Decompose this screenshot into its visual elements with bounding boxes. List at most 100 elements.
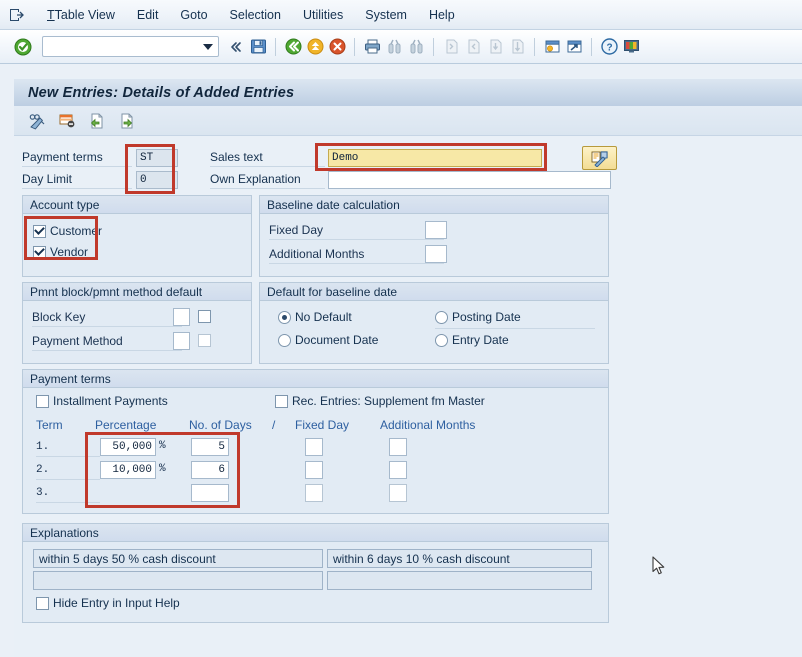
payment-method-input[interactable]	[173, 332, 190, 350]
posting-date-radio[interactable]	[435, 310, 448, 324]
explanation-left-line2	[33, 571, 323, 590]
no-default-radio[interactable]	[278, 310, 291, 324]
vendor-checkbox[interactable]	[33, 245, 46, 259]
menu-item-system[interactable]: System	[354, 6, 418, 24]
row-2-additional-months-input[interactable]	[389, 461, 407, 479]
create-session-icon[interactable]	[541, 36, 563, 58]
previous-entry-icon[interactable]	[86, 110, 108, 132]
green-check-enter-icon[interactable]	[12, 36, 34, 58]
payment-terms-row: Payment terms ST Sales text Demo	[22, 148, 617, 167]
radio-posting-date-row[interactable]: Posting Date	[435, 310, 521, 324]
no-default-label: No Default	[295, 310, 352, 324]
customer-checkbox[interactable]	[33, 224, 46, 238]
menu-item-selection[interactable]: Selection	[219, 6, 292, 24]
payment-terms-input[interactable]: ST	[136, 148, 178, 167]
row-3-days-input[interactable]	[191, 484, 229, 502]
row-1-percent-sign: %	[159, 440, 166, 452]
form-canvas: Payment terms ST Sales text Demo Day Lim…	[14, 136, 802, 657]
document-date-radio[interactable]	[278, 333, 291, 347]
chevron-down-icon[interactable]	[203, 43, 213, 50]
command-field[interactable]	[42, 36, 219, 57]
menu-item-label: Utilities	[302, 7, 344, 22]
hide-entry-checkbox[interactable]	[36, 596, 49, 610]
vendor-checkbox-row[interactable]: Vendor	[33, 245, 88, 259]
mouse-pointer-icon	[652, 556, 665, 575]
payment-method-label: Payment Method	[32, 332, 182, 351]
customer-checkbox-row[interactable]: Customer	[33, 224, 102, 238]
next-entry-icon[interactable]	[116, 110, 138, 132]
account-type-title: Account type	[23, 196, 251, 214]
toolbar-separator	[354, 37, 355, 56]
customize-local-layout-icon[interactable]	[620, 36, 642, 58]
row-1-additional-months-input[interactable]	[389, 438, 407, 456]
default-baseline-date-title: Default for baseline date	[260, 283, 608, 301]
own-explanation-input[interactable]	[328, 170, 611, 189]
row-2-fixed-day-input[interactable]	[305, 461, 323, 479]
row-3-additional-months-input[interactable]	[389, 484, 407, 502]
menu-item-label: Table View	[54, 7, 115, 22]
payment-terms-label: Payment terms	[22, 148, 132, 167]
back-icon[interactable]	[282, 36, 304, 58]
row-3-fixed-day-input[interactable]	[305, 484, 323, 502]
row-2-percent-sign: %	[159, 463, 166, 475]
radio-no-default-row[interactable]: No Default	[278, 310, 352, 324]
menu-item-edit[interactable]: Edit	[126, 6, 170, 24]
menu-accel: T	[47, 7, 55, 22]
additional-months-input[interactable]	[425, 245, 447, 263]
application-toolbar	[14, 106, 802, 136]
installment-payments-checkbox[interactable]	[36, 394, 49, 408]
long-text-edit-button[interactable]	[582, 146, 617, 170]
payment-method-checkbox[interactable]	[198, 334, 211, 347]
menu-item-label: Goto	[180, 7, 208, 22]
row-1-fixed-day-input[interactable]	[305, 438, 323, 456]
rec-entries-row[interactable]: Rec. Entries: Supplement fm Master	[275, 394, 485, 408]
fixed-day-input[interactable]	[425, 221, 447, 239]
menu-item-label: System	[365, 7, 407, 22]
row-2-percentage-input[interactable]: 10,000	[100, 461, 156, 479]
toolbar-separator	[433, 37, 434, 56]
menu-item-table-view[interactable]: TTable View	[36, 6, 126, 24]
menu-item-label: Edit	[136, 7, 159, 22]
find-next-icon[interactable]	[405, 36, 427, 58]
radio-document-date-row[interactable]: Document Date	[278, 333, 378, 347]
previous-page-icon	[462, 36, 484, 58]
svg-text:?: ?	[606, 42, 612, 53]
menu-item-help[interactable]: Help	[418, 6, 466, 24]
menu-item-goto[interactable]: Goto	[169, 6, 218, 24]
payment-terms-group: Payment terms Installment Payments Rec. …	[22, 369, 609, 514]
exit-icon[interactable]	[304, 36, 326, 58]
installment-payments-row[interactable]: Installment Payments	[36, 394, 168, 408]
double-chevron-left-icon[interactable]	[225, 36, 247, 58]
explanations-title: Explanations	[23, 524, 608, 542]
col-header-additional-months: Additional Months	[380, 418, 476, 432]
sales-text-input[interactable]: Demo	[328, 148, 542, 167]
day-limit-label: Day Limit	[22, 170, 132, 189]
day-limit-input[interactable]: 0	[136, 170, 178, 189]
additional-months-label: Additional Months	[269, 245, 444, 264]
pmnt-block-title: Pmnt block/pmnt method default	[23, 283, 251, 301]
entry-date-radio[interactable]	[435, 333, 448, 347]
radio-entry-date-row[interactable]: Entry Date	[435, 333, 509, 347]
rec-entries-checkbox[interactable]	[275, 394, 288, 408]
sap-system-menu-icon[interactable]	[8, 7, 26, 23]
customer-label: Customer	[50, 224, 103, 238]
find-icon[interactable]	[383, 36, 405, 58]
block-key-input[interactable]	[173, 308, 190, 326]
delete-entry-icon[interactable]	[56, 110, 78, 132]
hide-entry-label: Hide Entry in Input Help	[53, 596, 180, 610]
save-icon[interactable]	[247, 36, 269, 58]
display-change-icon[interactable]	[26, 110, 48, 132]
row-1-percentage-input[interactable]: 50,000	[100, 438, 156, 456]
first-page-icon	[440, 36, 462, 58]
cancel-icon[interactable]	[326, 36, 348, 58]
baseline-date-calculation-title: Baseline date calculation	[260, 196, 608, 214]
create-shortcut-icon[interactable]	[563, 36, 585, 58]
row-1-days-input[interactable]: 5	[191, 438, 229, 456]
menu-item-utilities[interactable]: Utilities	[292, 6, 354, 24]
block-key-checkbox[interactable]	[198, 310, 211, 323]
print-icon[interactable]	[361, 36, 383, 58]
payment-terms-group-title: Payment terms	[23, 370, 608, 388]
hide-entry-row[interactable]: Hide Entry in Input Help	[36, 596, 180, 610]
help-icon[interactable]: ?	[598, 36, 620, 58]
row-2-days-input[interactable]: 6	[191, 461, 229, 479]
